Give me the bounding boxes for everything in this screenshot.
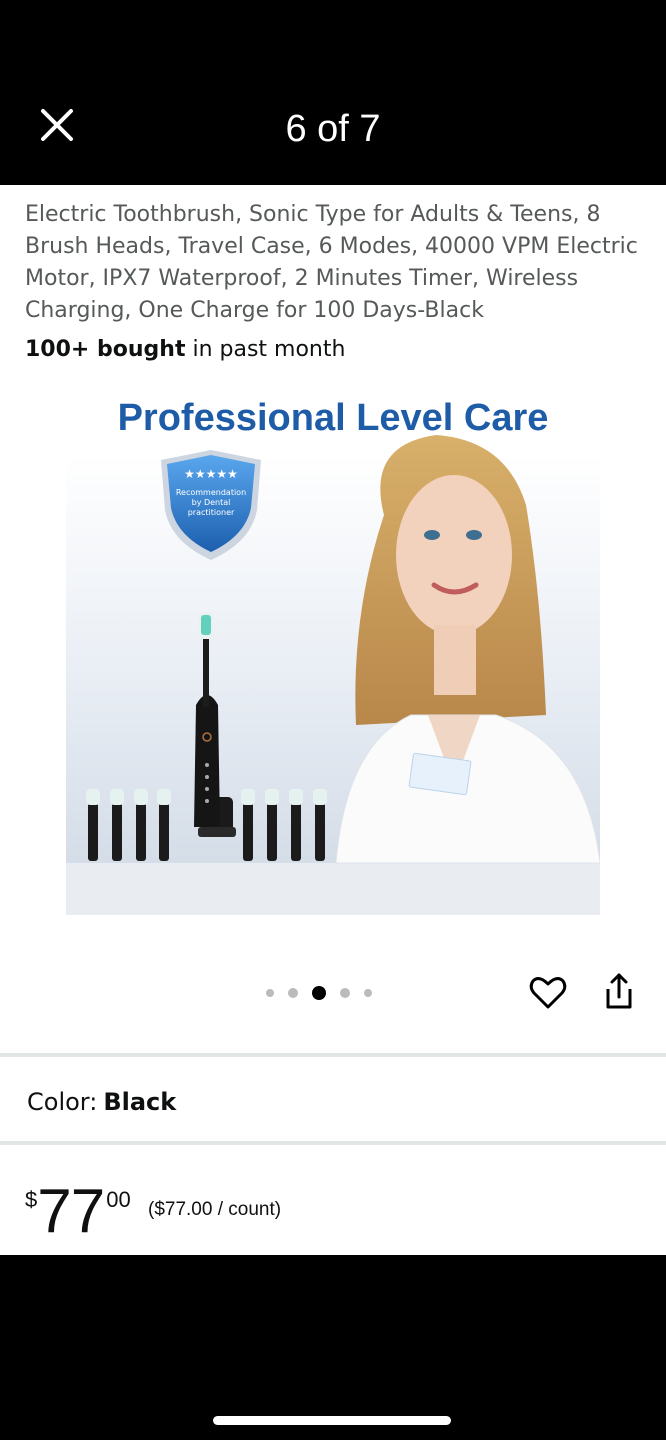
image-counter: 6 of 7 [285, 108, 381, 150]
favorite-button[interactable] [528, 973, 568, 1013]
carousel-dot[interactable] [266, 989, 274, 997]
badge-text-3: practitioner [188, 508, 235, 517]
unit-price: ($77.00 / count) [148, 1199, 282, 1220]
carousel-dot[interactable] [364, 989, 372, 997]
home-indicator[interactable] [213, 1416, 451, 1425]
brush-head-5 [241, 789, 255, 861]
brush-head-4 [157, 789, 171, 861]
brush-head-2 [110, 789, 124, 861]
divider [0, 1053, 666, 1057]
carousel-dot[interactable] [340, 988, 350, 998]
brush-head-3 [134, 789, 148, 861]
product-title: Electric Toothbrush, Sonic Type for Adul… [25, 202, 638, 323]
divider [0, 1141, 666, 1145]
product-sheet: Electric Toothbrush, Sonic Type for Adul… [0, 185, 666, 1255]
svg-text:★★★★★: ★★★★★ [184, 467, 238, 481]
brush-head-1 [86, 789, 100, 861]
badge-text-1: Recommendation [176, 488, 246, 497]
brush-head-8 [313, 789, 327, 861]
purchase-stat: 100+ bought in past month [25, 337, 345, 362]
brush-head-6 [265, 789, 279, 861]
color-label: Color: [27, 1088, 98, 1116]
share-button[interactable] [600, 971, 638, 1013]
product-image[interactable]: ★★★★★ Recommendation by Dental practitio… [66, 385, 601, 915]
top-bar: 6 of 7 [0, 0, 666, 185]
price-currency: $ [25, 1187, 38, 1212]
carousel-dots[interactable] [266, 983, 372, 1003]
brush-head-7 [289, 789, 303, 861]
share-icon [606, 973, 632, 1009]
price-whole: 77 [37, 1177, 105, 1246]
price: $ 77 00 [25, 1181, 131, 1243]
product-illustration: ★★★★★ Recommendation by Dental practitio… [66, 435, 601, 915]
price-fraction: 00 [106, 1187, 131, 1212]
image-heading: Professional Level Care [117, 397, 549, 439]
purchase-period: in past month [185, 337, 346, 362]
color-value: Black [103, 1088, 177, 1116]
carousel-dot[interactable] [288, 988, 298, 998]
color-selector[interactable]: Color: Black [27, 1088, 176, 1116]
heart-icon [529, 977, 567, 1009]
purchase-count: 100+ bought [25, 337, 186, 362]
badge-text-2: by Dental [192, 498, 231, 507]
carousel-dot-active[interactable] [312, 986, 326, 1000]
